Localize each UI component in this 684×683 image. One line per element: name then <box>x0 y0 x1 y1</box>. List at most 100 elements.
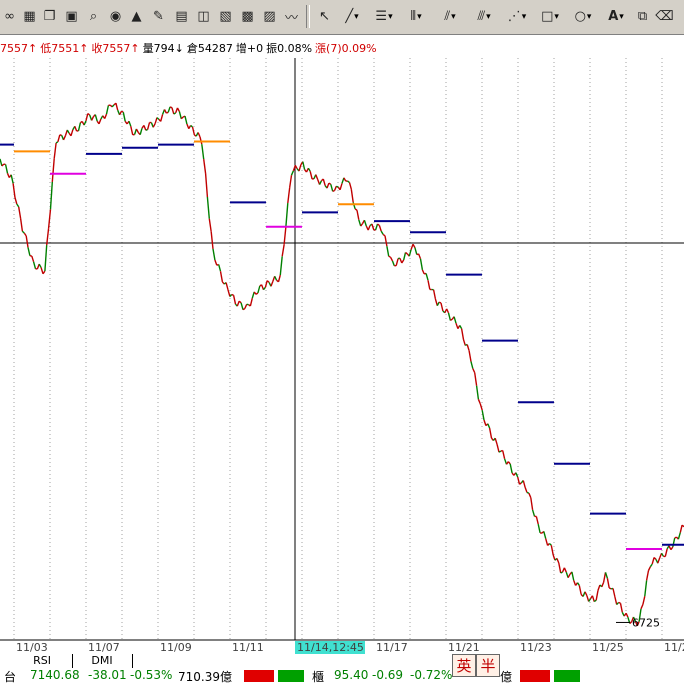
price-segment <box>432 289 437 300</box>
price-segment <box>19 218 24 232</box>
price-segment <box>59 134 62 137</box>
binoculars-icon[interactable]: ∞ <box>0 6 19 27</box>
price-segment <box>152 123 156 128</box>
price-segment <box>66 129 70 134</box>
price-segment <box>283 226 287 245</box>
eraser-icon[interactable]: ⌫ <box>655 6 674 27</box>
price-segment <box>653 557 657 560</box>
price-segment <box>122 112 126 122</box>
parallel-icon[interactable]: ⋰ <box>503 6 531 27</box>
price-segment <box>597 584 601 591</box>
price-segment <box>42 270 46 275</box>
fib-icon[interactable]: ☰ <box>370 6 398 27</box>
price-segment <box>391 260 395 266</box>
quote-rise: 漲(7)0.09% <box>315 42 377 55</box>
price-segment <box>70 129 74 137</box>
price-segment <box>264 280 268 288</box>
bars-icon[interactable]: ⦀ <box>402 6 430 27</box>
price-segment <box>382 233 386 237</box>
price-segment <box>290 170 295 176</box>
price-segment <box>388 255 391 258</box>
price-segment <box>298 164 302 172</box>
price-segment <box>363 219 367 227</box>
pencil-icon[interactable]: ✎ <box>149 6 168 27</box>
price-segment <box>563 567 567 573</box>
index-value: 7140.68 <box>30 668 80 682</box>
index-change: -38.01 <box>88 668 127 682</box>
price-segment <box>281 244 285 257</box>
price-segment <box>584 591 588 596</box>
price-segment <box>645 570 650 581</box>
price-segment <box>642 596 646 605</box>
price-segment <box>145 128 148 131</box>
price-segment <box>244 304 248 309</box>
book-icon[interactable]: ▣ <box>62 6 81 27</box>
text-icon[interactable]: A <box>602 6 630 27</box>
channel-icon[interactable]: ⫻ <box>470 6 498 27</box>
price-segment <box>18 206 22 219</box>
price-segment <box>208 218 212 232</box>
price-segment <box>550 545 554 556</box>
price-segment <box>526 491 530 494</box>
price-segment <box>371 223 375 231</box>
price-segment <box>356 210 360 220</box>
price-segment <box>262 286 266 291</box>
price-segment <box>178 111 182 119</box>
tab-dmi[interactable]: DMI <box>72 654 133 668</box>
tab-rsi[interactable]: RSI <box>12 654 73 668</box>
price-segment <box>494 437 498 445</box>
copy-icon[interactable]: ❐ <box>40 6 59 27</box>
dual-icon[interactable]: ▧ <box>216 6 235 27</box>
picture-icon[interactable]: ▨ <box>260 6 279 27</box>
price-segment <box>548 542 552 546</box>
price-segment <box>571 571 575 581</box>
price-segment <box>191 126 196 136</box>
price-chart[interactable]: 6725 11/03 11/07 11/09 11/11 11/14,12:45 11/17… <box>0 58 684 654</box>
price-segment <box>664 548 668 557</box>
warning-icon[interactable]: ▲ <box>127 6 146 27</box>
price-segment <box>166 111 169 114</box>
price-segment <box>354 208 358 211</box>
price-segment <box>139 128 143 135</box>
price-segment <box>543 531 547 539</box>
price-segment <box>253 291 257 295</box>
fan-icon[interactable]: ⫽ <box>436 6 464 27</box>
price-segment <box>360 223 364 227</box>
price-segment <box>380 230 384 235</box>
price-segment <box>606 578 610 589</box>
price-segment <box>219 271 224 283</box>
down-bar <box>278 670 304 682</box>
tile-icon[interactable]: ◫ <box>194 6 213 27</box>
price-segment <box>560 571 563 574</box>
price-segment <box>307 167 311 172</box>
price-segment <box>322 178 326 186</box>
price-segment <box>10 174 14 184</box>
search-chart-icon[interactable]: ⌕ <box>84 6 103 27</box>
window-icon[interactable]: ▤ <box>172 6 191 27</box>
price-segment <box>339 183 343 190</box>
price-segment <box>537 523 541 534</box>
ellipse-icon[interactable]: ○ <box>569 6 597 27</box>
rect-icon[interactable]: □ <box>536 6 564 27</box>
index-label: 台 <box>4 670 17 683</box>
price-segment <box>466 344 470 351</box>
price-segment <box>51 158 55 182</box>
price-segment <box>528 492 532 498</box>
price-segment <box>160 114 164 122</box>
price-segment <box>240 302 244 310</box>
line-tool-icon[interactable]: ╱ <box>338 6 366 27</box>
copy-draw-icon[interactable]: ⧉ <box>633 6 652 27</box>
alert-icon[interactable]: ◉ <box>106 6 125 27</box>
price-segment <box>31 255 35 263</box>
price-segment <box>412 243 416 248</box>
price-segment <box>210 231 214 249</box>
price-segment <box>531 509 536 517</box>
cursor-icon[interactable]: ↖ <box>315 6 334 27</box>
chart-icon[interactable]: ▦ <box>20 6 39 27</box>
price-segment <box>255 292 259 295</box>
price-segment <box>105 105 110 115</box>
price-segment <box>336 185 339 188</box>
price-segment <box>679 524 683 533</box>
layout-icon[interactable]: ▩ <box>238 6 257 27</box>
wave-icon[interactable]: 〰 <box>282 6 301 27</box>
